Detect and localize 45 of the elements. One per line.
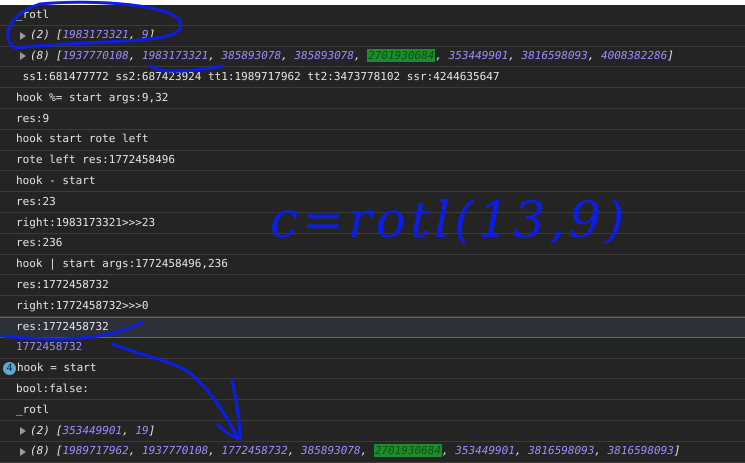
- log-message: right:1983173321>>>23: [16, 214, 156, 231]
- console-row[interactable]: rote left res:1772458496: [0, 150, 745, 172]
- console-row[interactable]: bool:false:: [0, 379, 745, 400]
- log-message: res:9: [16, 110, 50, 127]
- log-message: right:1772458732>>>0: [16, 298, 148, 314]
- log-message: ss1:681477772 ss2:687423924 tt1:1989717962 tt2:3473778102 ssr:4244635647: [22, 69, 500, 86]
- log-message: res:23: [16, 194, 56, 210]
- repeat-count-badge: 4: [3, 362, 16, 375]
- console-row[interactable]: (8) [1989717962, 1937770108, 1772458732, 385893078, 2701930684, 353449901, 3816598093, 3816598093]: [0, 442, 745, 463]
- log-message: hook start rote left: [16, 131, 148, 148]
- console-row[interactable]: hook - start: [0, 171, 745, 192]
- console-row[interactable]: 4 hook = start: [0, 358, 745, 380]
- console-row[interactable]: (8) [1937770108, 1983173321, 385893078, 385893078, 2701930684, 353449901, 3816598093, 4008382286]: [0, 46, 745, 68]
- console-row[interactable]: (2) [353449901, 19]: [0, 420, 745, 442]
- log-message: _rotl: [16, 402, 50, 418]
- log-message: res:1772458732: [16, 277, 109, 293]
- array-length: (8): [30, 443, 50, 460]
- log-message: hook %= start args:9,32: [16, 90, 168, 106]
- expand-triangle-icon[interactable]: [20, 52, 26, 60]
- log-message: hook | start args:1772458496,236: [16, 256, 228, 272]
- console-row[interactable]: hook start rote left: [0, 130, 745, 151]
- console-row[interactable]: ss1:681477772 ss2:687423924 tt1:1989717962 tt2:3473778102 ssr:4244635647: [0, 67, 745, 88]
- console-row[interactable]: _rotl: [0, 400, 745, 421]
- expand-triangle-icon[interactable]: [20, 32, 26, 40]
- array-length: (2): [30, 27, 50, 44]
- console-row[interactable]: res:9: [0, 108, 745, 130]
- console-row[interactable]: hook | start args:1772458496,236: [0, 254, 745, 276]
- expand-triangle-icon[interactable]: [20, 448, 26, 456]
- log-message: rote left res:1772458496: [16, 152, 175, 168]
- console-row[interactable]: res:1772458732: [0, 275, 745, 296]
- log-message: res:236: [16, 235, 62, 252]
- console-row[interactable]: hook %= start args:9,32: [0, 88, 745, 109]
- log-message: hook - start: [16, 173, 96, 190]
- selected-console-row[interactable]: res:1772458732: [0, 316, 745, 338]
- array-length: (8): [30, 48, 50, 64]
- console-row[interactable]: 1772458732: [0, 338, 745, 359]
- array-preview: [353449901, 19]: [56, 422, 156, 439]
- array-preview: [1937770108, 1983173321, 385893078, 385893078, 2701930684, 353449901, 3816598093, 4008382286]: [56, 48, 674, 64]
- array-length: (2): [30, 422, 50, 439]
- array-preview: [1989717962, 1937770108, 1772458732, 385893078, 2701930684, 353449901, 3816598093, 3816598093]: [56, 443, 680, 460]
- log-message: hook = start: [17, 360, 96, 376]
- result-value: 1772458732: [16, 339, 82, 356]
- log-message: res:1772458732: [16, 319, 109, 336]
- expand-triangle-icon[interactable]: [20, 426, 26, 435]
- log-message: bool:false:: [16, 380, 89, 397]
